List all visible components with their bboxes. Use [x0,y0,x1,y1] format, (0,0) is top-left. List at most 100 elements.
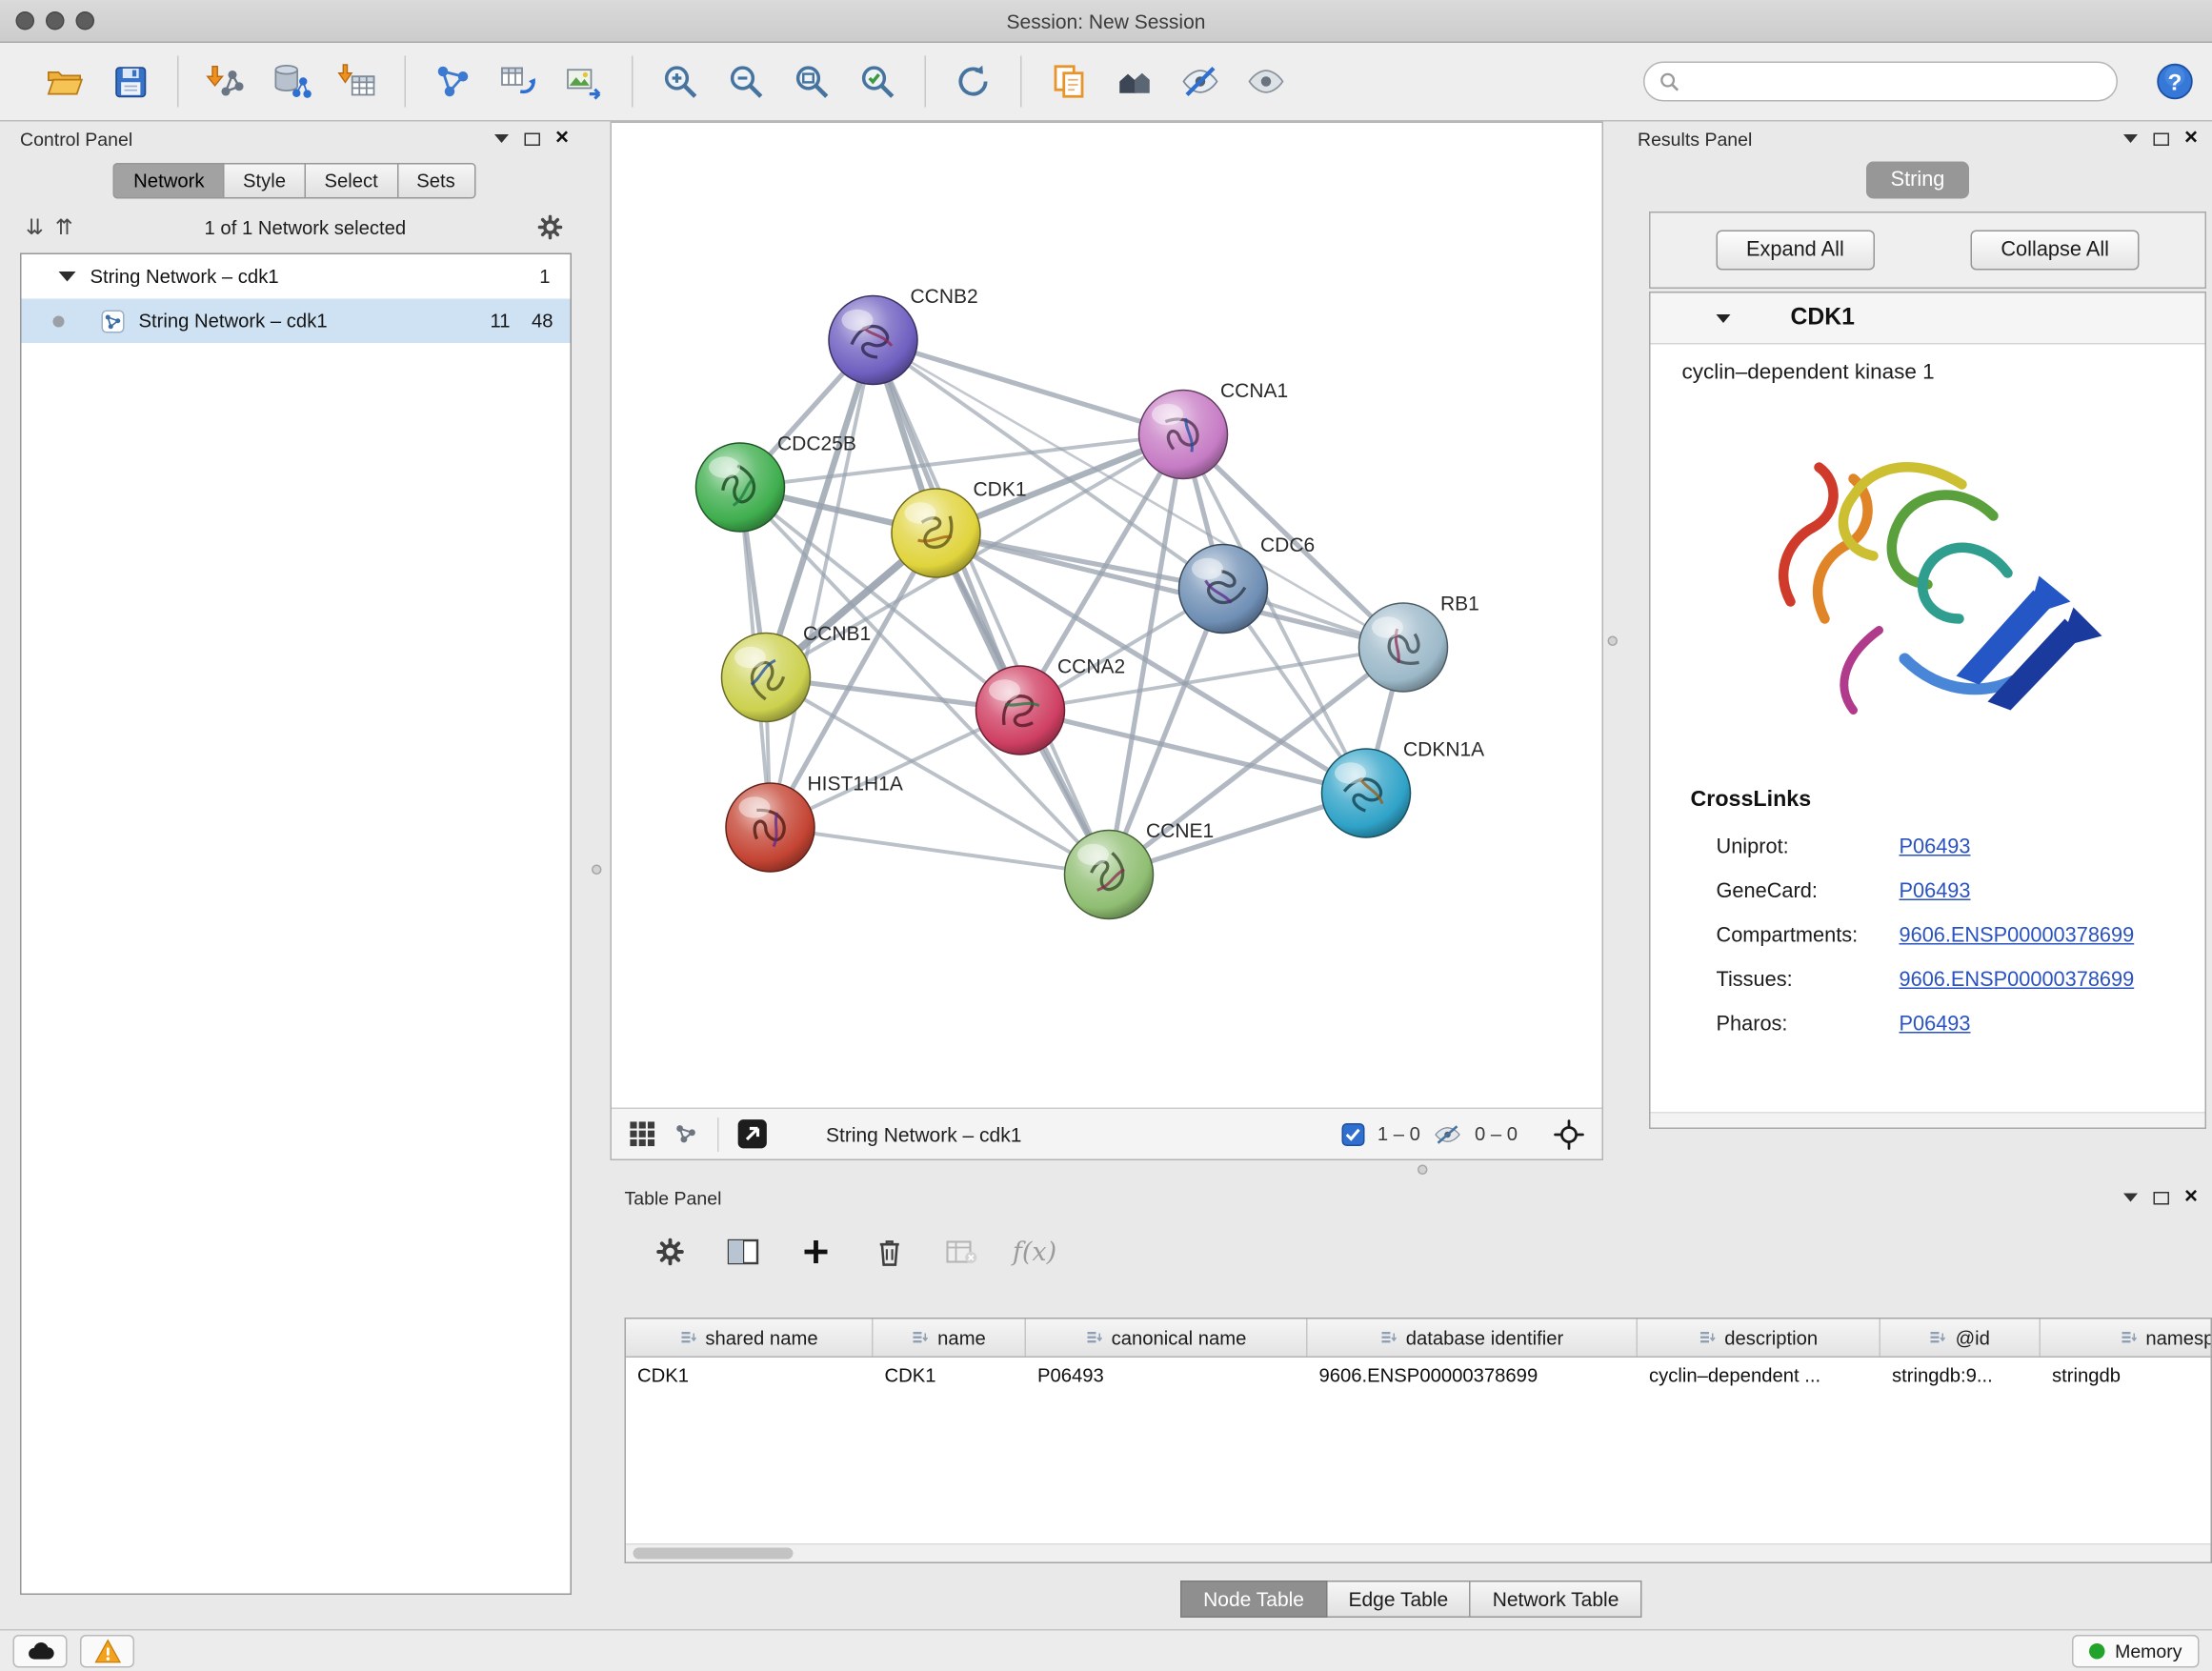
table-cell[interactable]: stringdb [2041,1358,2212,1395]
copy-current-style-icon[interactable] [1036,51,1102,111]
network-edge-HIST1H1A-CCNE1[interactable] [771,828,1110,876]
vertical-splitter-left[interactable] [583,122,611,1630]
hidden-eye-slash-icon[interactable] [1433,1122,1461,1145]
column-header-database-identifier[interactable]: database identifier [1308,1319,1639,1357]
minimize-window-button[interactable] [46,11,65,30]
network-canvas[interactable]: CCNB2CCNA1CDC25BCDK1CDC6RB1CCNB1CCNA2CDK… [612,123,1602,1108]
tab-edge-table[interactable]: Edge Table [1327,1580,1471,1618]
close-panel-icon[interactable]: × [2184,129,2198,149]
import-network-from-database-icon[interactable] [259,51,325,111]
tab-select[interactable]: Select [306,163,398,199]
delete-columns-trash-icon[interactable] [863,1229,915,1275]
crosslink-value-link[interactable]: P06493 [1900,1013,1971,1036]
network-node-CDKN1A[interactable] [1322,749,1411,837]
expand-all-icon[interactable]: ⇈ [55,216,73,238]
column-header--id[interactable]: @id [1880,1319,2041,1357]
network-node-CDC6[interactable] [1179,545,1268,634]
table-row[interactable]: CDK1CDK1P064939606.ENSP00000378699cyclin… [626,1358,2211,1395]
selected-checkbox-icon[interactable] [1341,1122,1364,1145]
network-node-CDK1[interactable] [892,489,980,577]
birds-eye-view-icon[interactable] [674,1120,701,1148]
zoom-fit-content-icon[interactable] [779,51,845,111]
import-network-from-file-icon[interactable] [193,51,259,111]
float-panel-icon[interactable] [2153,132,2169,146]
function-builder-icon[interactable]: f(x) [1009,1229,1060,1275]
tab-network-table[interactable]: Network Table [1471,1580,1641,1618]
float-panel-icon[interactable] [524,132,540,146]
zoom-window-button[interactable] [76,11,95,30]
network-collection-row[interactable]: String Network – cdk1 1 [22,254,571,299]
network-node-HIST1H1A[interactable] [726,783,814,872]
grid-view-icon[interactable] [629,1120,656,1148]
import-table-from-file-icon[interactable] [325,51,391,111]
zoom-out-icon[interactable] [714,51,779,111]
network-node-CCNB1[interactable] [722,634,811,722]
zoom-selected-region-icon[interactable] [845,51,911,111]
table-cell[interactable]: cyclin–dependent ... [1638,1358,1880,1395]
column-header-canonical-name[interactable]: canonical name [1026,1319,1308,1357]
network-edge-CCNB2-CCNE1[interactable] [874,340,1110,875]
table-cell[interactable]: CDK1 [626,1358,874,1395]
table-cell[interactable]: 9606.ENSP00000378699 [1308,1358,1639,1395]
network-edge-CCNB2-HIST1H1A[interactable] [771,340,874,828]
network-node-RB1[interactable] [1359,603,1448,692]
new-network-icon[interactable] [420,51,486,111]
toolbar-search[interactable] [1643,62,2118,102]
save-session-icon[interactable] [97,51,163,111]
create-network-from-table-icon[interactable] [486,51,552,111]
create-column-plus-icon[interactable] [791,1229,842,1275]
network-edge-CCNB2-CCNA1[interactable] [874,340,1184,434]
table-options-gear-icon[interactable] [645,1229,696,1275]
close-window-button[interactable] [16,11,35,30]
crosslink-value-link[interactable]: P06493 [1900,836,1971,858]
zoom-in-icon[interactable] [648,51,714,111]
crosslink-value-link[interactable]: 9606.ENSP00000378699 [1900,924,2135,947]
crosslink-value-link[interactable]: 9606.ENSP00000378699 [1900,968,2135,991]
network-node-CCNA2[interactable] [976,666,1065,755]
open-in-new-window-icon[interactable] [736,1117,770,1151]
network-edge-CCNA2-CDKN1A[interactable] [1020,711,1366,794]
collapse-all-button[interactable]: Collapse All [1971,231,2140,271]
memory-button[interactable]: Memory [2072,1635,2199,1668]
table-cell[interactable]: stringdb:9... [1880,1358,2041,1395]
panel-menu-icon[interactable] [2122,134,2137,143]
horizontal-splitter[interactable] [611,1160,2212,1180]
panel-menu-icon[interactable] [2122,1194,2137,1202]
network-node-CCNE1[interactable] [1065,831,1154,919]
network-node-CCNB2[interactable] [829,296,917,385]
open-session-icon[interactable] [31,51,97,111]
export-image-icon[interactable] [552,51,617,111]
show-all-icon[interactable] [1234,51,1299,111]
apply-preferred-layout-icon[interactable] [940,51,1006,111]
network-options-gear-icon[interactable] [537,214,563,240]
column-header-shared-name[interactable]: shared name [626,1319,874,1357]
home-icon[interactable] [1102,51,1168,111]
table-cell[interactable]: P06493 [1026,1358,1308,1395]
section-collapse-icon[interactable] [1717,313,1731,322]
collapse-all-icon[interactable]: ⇊ [26,216,44,238]
table-cell[interactable]: CDK1 [874,1358,1027,1395]
protein-section-header[interactable]: CDK1 [1651,293,2205,345]
tab-style[interactable]: Style [224,163,306,199]
help-button[interactable]: ? [2155,62,2195,102]
hide-selected-icon[interactable] [1168,51,1234,111]
table-horizontal-scrollbar[interactable] [626,1543,2211,1562]
tab-network[interactable]: Network [113,163,224,199]
show-columns-icon[interactable] [717,1229,769,1275]
vertical-splitter-right[interactable] [1603,122,1623,1161]
network-node-CCNA1[interactable] [1139,391,1228,479]
expand-all-button[interactable]: Expand All [1717,231,1875,271]
column-header-name[interactable]: name [874,1319,1027,1357]
column-header-namespace[interactable]: namespace [2041,1319,2212,1357]
fit-selected-crosshair-icon[interactable] [1554,1118,1585,1150]
search-input[interactable] [1689,70,2102,92]
collection-expand-icon[interactable] [59,272,76,282]
crosslink-value-link[interactable]: P06493 [1900,879,1971,902]
tab-sets[interactable]: Sets [398,163,475,199]
float-panel-icon[interactable] [2153,1191,2169,1204]
cloud-status-button[interactable] [13,1635,68,1668]
network-node-CDC25B[interactable] [696,443,785,532]
warnings-button[interactable] [80,1635,134,1668]
close-panel-icon[interactable]: × [2184,1188,2198,1208]
panel-menu-icon[interactable] [493,134,508,143]
